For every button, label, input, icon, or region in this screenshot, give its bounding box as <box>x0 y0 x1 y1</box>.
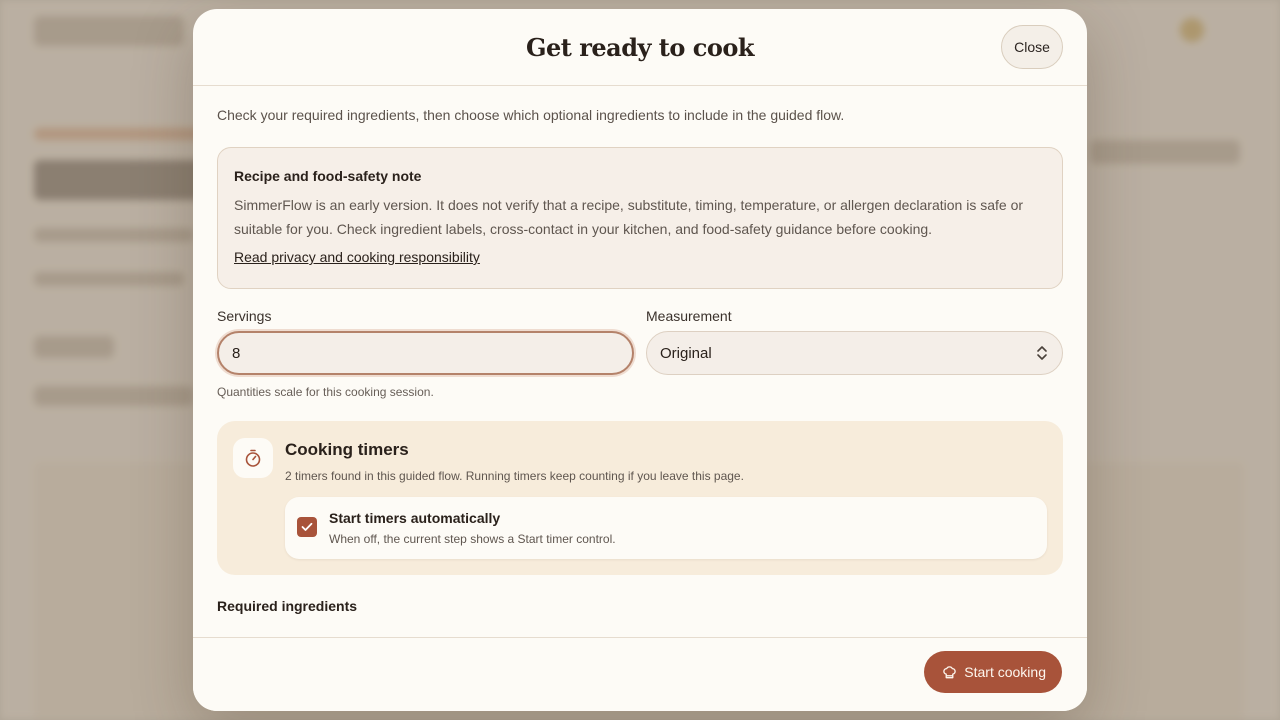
dialog-body: Check your required ingredients, then ch… <box>193 86 1087 614</box>
dialog-title: Get ready to cook <box>526 32 754 62</box>
timers-content: Cooking timers 2 timers found in this gu… <box>285 440 1047 559</box>
measurement-select[interactable]: Original <box>646 331 1063 375</box>
timer-icon-box <box>233 438 273 478</box>
servings-hint: Quantities scale for this cooking sessio… <box>217 385 434 399</box>
chef-hat-icon <box>943 665 957 678</box>
note-title: Recipe and food-safety note <box>234 168 422 184</box>
session-fields: Servings Measurement Original <box>217 308 1063 375</box>
auto-start-timers-checkbox[interactable] <box>297 517 317 537</box>
food-safety-note: Recipe and food-safety note SimmerFlow i… <box>217 147 1063 289</box>
servings-field: Servings <box>217 308 634 375</box>
servings-input[interactable] <box>217 331 634 375</box>
start-cooking-button[interactable]: Start cooking <box>924 651 1062 693</box>
servings-label: Servings <box>217 308 272 324</box>
note-text: SimmerFlow is an early version. It does … <box>234 197 1024 237</box>
measurement-field: Measurement Original <box>646 308 1063 375</box>
measurement-label: Measurement <box>646 308 732 324</box>
timers-subtitle: 2 timers found in this guided flow. Runn… <box>285 469 744 483</box>
dialog-footer: Start cooking <box>193 637 1087 711</box>
dialog-header: Get ready to cook Close <box>193 9 1087 86</box>
check-icon <box>301 522 313 531</box>
dialog-intro: Check your required ingredients, then ch… <box>217 107 845 123</box>
measurement-selected-value: Original <box>660 344 712 362</box>
get-ready-dialog: Get ready to cook Close Check your requi… <box>193 9 1087 711</box>
chevron-up-down-icon <box>1037 346 1047 360</box>
close-button[interactable]: Close <box>1001 25 1063 69</box>
auto-start-timers-subtitle: When off, the current step shows a Start… <box>329 532 616 546</box>
required-ingredients-heading: Required ingredients <box>217 598 358 614</box>
cooking-timers-panel: Cooking timers 2 timers found in this gu… <box>217 421 1063 575</box>
timers-title: Cooking timers <box>285 440 409 459</box>
stopwatch-icon <box>245 449 261 467</box>
privacy-responsibility-link[interactable]: Read privacy and cooking responsibility <box>234 249 480 265</box>
auto-start-timers-text: Start timers automatically When off, the… <box>329 509 616 546</box>
start-cooking-label: Start cooking <box>964 664 1046 680</box>
auto-start-timers-title: Start timers automatically <box>329 510 501 526</box>
auto-start-timers-option[interactable]: Start timers automatically When off, the… <box>285 497 1047 559</box>
